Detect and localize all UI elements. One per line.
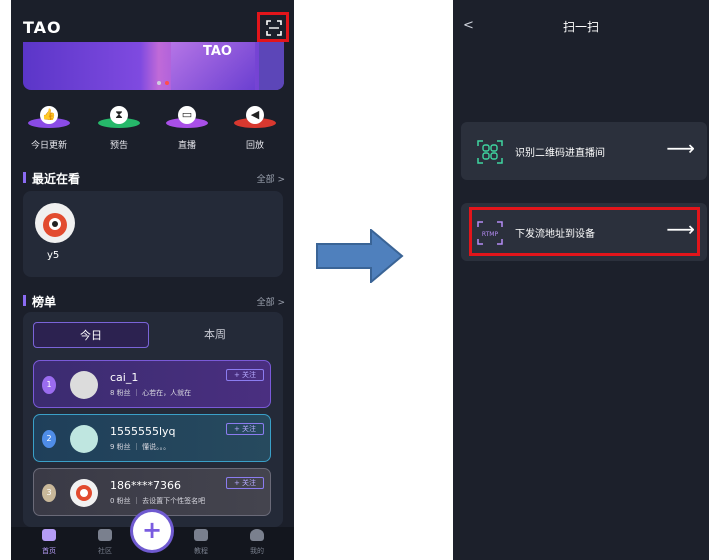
follow-button[interactable]: + 关注	[226, 477, 264, 489]
ranking-user-name: 186****7366	[110, 479, 181, 492]
follow-button[interactable]: + 关注	[226, 369, 264, 381]
recent-header: 最近在看 全部 >	[23, 170, 285, 186]
scan-icon	[266, 20, 282, 36]
plus-icon: +	[141, 516, 163, 544]
top-bar: TAO	[11, 0, 294, 42]
ranking-title: 榜单	[32, 295, 57, 309]
recent-title: 最近在看	[32, 172, 81, 186]
page-title: 扫一扫	[562, 20, 599, 34]
avatar[interactable]	[35, 203, 75, 243]
ranking-header: 榜单 全部 >	[23, 293, 285, 309]
follow-button[interactable]: + 关注	[226, 423, 264, 435]
recent-more-link[interactable]: 全部 >	[257, 172, 285, 185]
recent-user-name: y5	[47, 250, 60, 261]
add-button[interactable]: +	[133, 512, 171, 550]
tab-community[interactable]: 社区	[85, 529, 125, 556]
ranking-tabs: 今日 本周	[33, 322, 273, 348]
medal-icon: 3	[42, 484, 56, 502]
recent-card: y5	[23, 191, 283, 277]
medal-icon: 2	[42, 430, 56, 448]
ranking-card: 今日 本周 1 cai_1 8 粉丝 ｜ 心若在，人就在 + 关注 2 1555…	[23, 312, 283, 527]
tab-profile[interactable]: 我的	[237, 529, 277, 556]
medal-icon: 1	[42, 376, 56, 394]
arrow-right-icon: ⟶	[666, 136, 695, 160]
tab-tutorial[interactable]: 教程	[181, 529, 221, 556]
category-live[interactable]: ▭ 直播	[157, 102, 217, 151]
home-icon	[42, 529, 56, 541]
tab-home[interactable]: 首页	[29, 529, 69, 556]
ranking-user-sub: 0 粉丝 ｜ 去设置下个性签名吧	[110, 497, 206, 505]
app-logo: TAO	[23, 18, 62, 37]
left-phone-screen: TAO TAO 👍 今日更新 ⧗ 预告 ▭ 直播 ◀ 回放 最近在看 全部 > …	[11, 0, 294, 560]
ranking-item[interactable]: 1 cai_1 8 粉丝 ｜ 心若在，人就在 + 关注	[33, 360, 271, 408]
replay-icon: ◀	[234, 102, 276, 132]
category-row: 👍 今日更新 ⧗ 预告 ▭ 直播 ◀ 回放	[11, 102, 294, 158]
highlight-box	[469, 207, 700, 256]
qr-scan-label: 识别二维码进直播间	[515, 148, 605, 159]
qr-scan-option[interactable]: 识别二维码进直播间 ⟶	[461, 122, 707, 180]
ranking-item[interactable]: 2 1555555lyq 9 粉丝 ｜ 懂说。。。 + 关注	[33, 414, 271, 462]
preview-icon: ⧗	[98, 102, 140, 132]
right-phone-screen: < 扫一扫 识别二维码进直播间 ⟶ RTMP 下发流地址到设备 ⟶	[453, 0, 709, 560]
ranking-user-sub: 9 粉丝 ｜ 懂说。。。	[110, 443, 171, 451]
category-replay[interactable]: ◀ 回放	[225, 102, 285, 151]
ranking-user-sub: 8 粉丝 ｜ 心若在，人就在	[110, 389, 192, 397]
banner-logo: TAO	[203, 44, 232, 59]
scan-button[interactable]	[257, 12, 289, 42]
promo-banner[interactable]: TAO	[23, 42, 284, 90]
category-today-update[interactable]: 👍 今日更新	[19, 102, 79, 151]
tab-week[interactable]: 本周	[157, 322, 273, 348]
today-update-icon: 👍	[28, 102, 70, 132]
ranking-more-link[interactable]: 全部 >	[257, 295, 285, 308]
ranking-user-name: cai_1	[110, 371, 139, 384]
right-arrow-icon	[316, 229, 404, 283]
ranking-user-name: 1555555lyq	[110, 425, 176, 438]
avatar	[70, 479, 98, 507]
profile-icon	[250, 529, 264, 541]
ranking-item[interactable]: 3 186****7366 0 粉丝 ｜ 去设置下个性签名吧 + 关注	[33, 468, 271, 516]
tab-today[interactable]: 今日	[33, 322, 149, 348]
community-icon	[98, 529, 112, 541]
category-preview[interactable]: ⧗ 预告	[89, 102, 149, 151]
qr-code-icon	[477, 140, 503, 164]
avatar	[70, 425, 98, 453]
banner-dot[interactable]	[157, 81, 161, 85]
avatar	[70, 371, 98, 399]
tutorial-icon	[194, 529, 208, 541]
banner-dot-active[interactable]	[165, 81, 169, 85]
live-icon: ▭	[166, 102, 208, 132]
